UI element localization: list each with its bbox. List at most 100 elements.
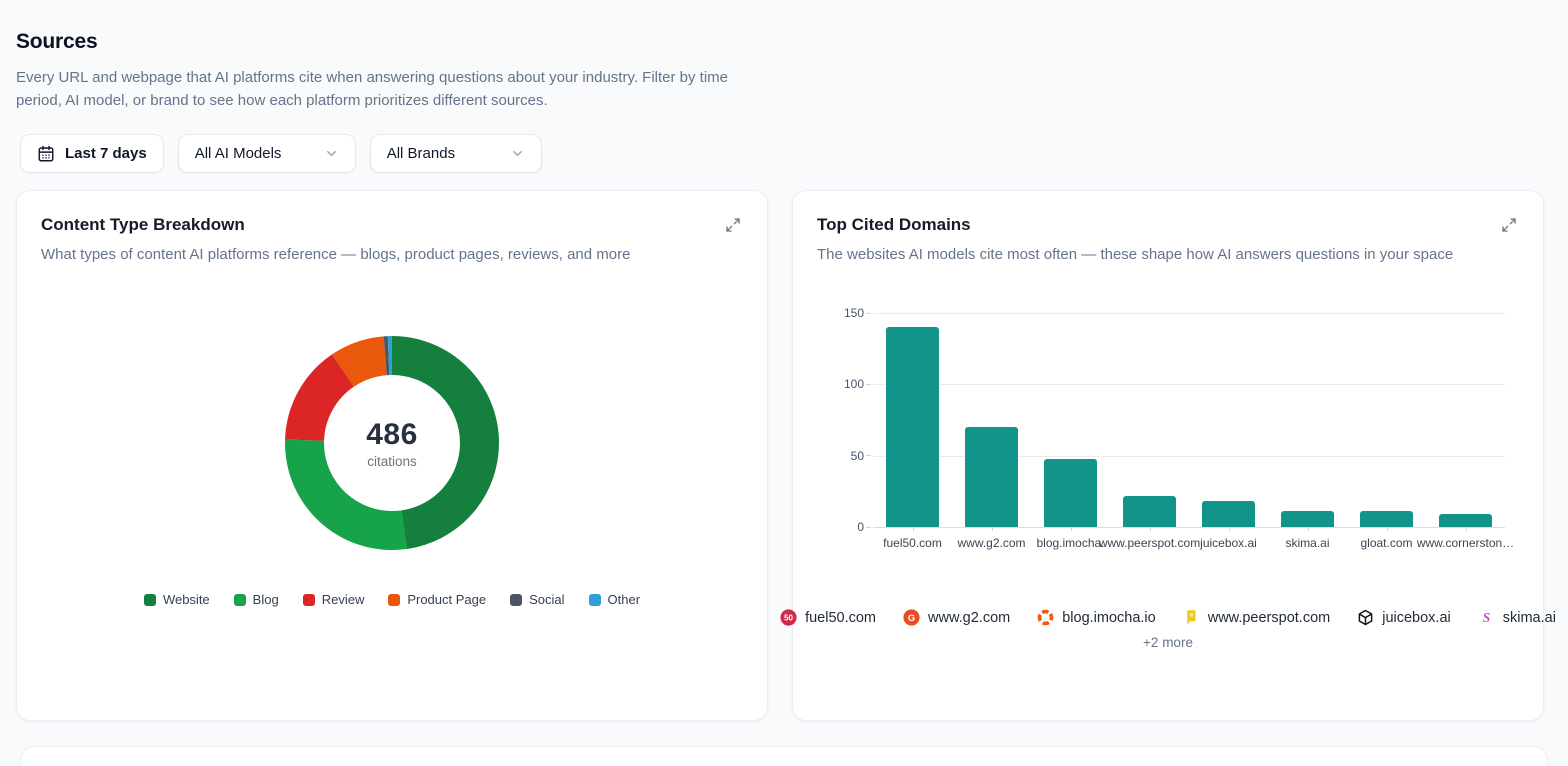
x-axis-tick xyxy=(992,527,993,531)
x-axis-tick xyxy=(1150,527,1151,531)
x-axis-tick xyxy=(913,527,914,531)
card-title: Content Type Breakdown xyxy=(41,215,245,235)
calendar-icon xyxy=(37,145,55,163)
content-type-donut-chart[interactable]: 486 citations xyxy=(285,336,499,550)
bar-www.cornerston-[interactable] xyxy=(1439,514,1492,527)
next-card-top-edge xyxy=(20,746,1548,766)
x-axis-label: www.cornerston… xyxy=(1417,536,1514,550)
legend-item-review[interactable]: Review xyxy=(303,592,365,607)
cards-row: Content Type Breakdown What types of con… xyxy=(16,190,1548,721)
svg-text:G: G xyxy=(908,613,915,623)
svg-text:50: 50 xyxy=(784,614,793,623)
content-type-breakdown-card: Content Type Breakdown What types of con… xyxy=(16,190,768,721)
bar-slots: fuel50.comwww.g2.comblog.imocha.www.peer… xyxy=(873,313,1505,527)
donut-segments[interactable] xyxy=(285,336,499,550)
bar-slot: fuel50.com xyxy=(873,313,952,527)
legend-swatch xyxy=(144,594,156,606)
legend-label: fuel50.com xyxy=(805,610,876,626)
y-axis-tick-50: 50 xyxy=(851,449,871,463)
x-axis-tick xyxy=(1387,527,1388,531)
y-axis-tick-100: 100 xyxy=(844,377,871,391)
bar-blog.imocha.[interactable] xyxy=(1044,459,1097,527)
legend-item-website[interactable]: Website xyxy=(144,592,210,607)
chevron-down-icon xyxy=(510,146,525,161)
bar-www.g2.com[interactable] xyxy=(965,427,1018,527)
legend-item-imocha[interactable]: blog.imocha.io xyxy=(1037,609,1156,626)
content-type-legend: Website Blog Review Product Page Social Other xyxy=(41,592,743,607)
legend-item-skima[interactable]: S skima.ai xyxy=(1478,609,1556,626)
bar-slot: www.cornerston… xyxy=(1426,313,1505,527)
x-axis-tick xyxy=(1071,527,1072,531)
x-axis-label: gloat.com xyxy=(1360,536,1412,550)
x-axis-label: blog.imocha. xyxy=(1036,536,1104,550)
bar-fuel50.com[interactable] xyxy=(886,327,939,527)
bar-gloat.com[interactable] xyxy=(1360,511,1413,527)
x-axis-label: skima.ai xyxy=(1285,536,1329,550)
legend-label: skima.ai xyxy=(1503,610,1556,626)
legend-item-fuel50[interactable]: 50 fuel50.com xyxy=(780,609,876,626)
juicebox-favicon xyxy=(1357,609,1374,626)
y-axis-tick-0: 0 xyxy=(857,520,871,534)
bar-skima.ai[interactable] xyxy=(1281,511,1334,527)
fuel50-favicon: 50 xyxy=(780,609,797,626)
sources-page: Sources Every URL and webpage that AI pl… xyxy=(0,0,1568,721)
bar-juicebox.ai[interactable] xyxy=(1202,501,1255,527)
skima-favicon: S xyxy=(1478,609,1495,626)
x-axis-tick xyxy=(1308,527,1309,531)
x-axis-tick xyxy=(1229,527,1230,531)
legend-item-product-page[interactable]: Product Page xyxy=(388,592,486,607)
bar-slot: gloat.com xyxy=(1347,313,1426,527)
gridline-0 xyxy=(873,527,1505,528)
legend-item-other[interactable]: Other xyxy=(589,592,641,607)
bar-plot-area: 050100150fuel50.comwww.g2.comblog.imocha… xyxy=(873,313,1505,527)
card-header: Top Cited Domains xyxy=(817,215,1519,235)
x-axis-label: juicebox.ai xyxy=(1200,536,1257,550)
expand-icon[interactable] xyxy=(1499,215,1519,235)
x-axis-tick xyxy=(1466,527,1467,531)
brand-value: All Brands xyxy=(387,145,455,162)
ai-model-value: All AI Models xyxy=(195,145,282,162)
legend-swatch xyxy=(388,594,400,606)
svg-text:S: S xyxy=(1482,610,1490,625)
legend-label: Website xyxy=(163,592,210,607)
legend-label: Social xyxy=(529,592,564,607)
g2-favicon: G xyxy=(903,609,920,626)
brand-select[interactable]: All Brands xyxy=(370,134,542,173)
x-axis-label: www.peerspot.com xyxy=(1099,536,1200,550)
expand-icon[interactable] xyxy=(723,215,743,235)
legend-label: Product Page xyxy=(407,592,486,607)
bar-slot: www.g2.com xyxy=(952,313,1031,527)
x-axis-label: www.g2.com xyxy=(957,536,1025,550)
legend-item-juicebox[interactable]: juicebox.ai xyxy=(1357,609,1451,626)
legend-item-blog[interactable]: Blog xyxy=(234,592,279,607)
legend-item-g2[interactable]: G www.g2.com xyxy=(903,609,1010,626)
legend-label: blog.imocha.io xyxy=(1062,610,1156,626)
top-cited-domains-card: Top Cited Domains The websites AI models… xyxy=(792,190,1544,721)
ai-model-select[interactable]: All AI Models xyxy=(178,134,356,173)
legend-swatch xyxy=(589,594,601,606)
legend-item-peerspot[interactable]: www.peerspot.com xyxy=(1183,609,1331,626)
bar-slot: blog.imocha. xyxy=(1031,313,1110,527)
card-header: Content Type Breakdown xyxy=(41,215,743,235)
peerspot-favicon xyxy=(1183,609,1200,626)
chevron-down-icon xyxy=(324,146,339,161)
card-title: Top Cited Domains xyxy=(817,215,971,235)
page-title: Sources xyxy=(16,30,1548,54)
filter-bar: Last 7 days All AI Models All Brands xyxy=(20,134,1548,173)
legend-label: www.peerspot.com xyxy=(1208,610,1331,626)
date-range-label: Last 7 days xyxy=(65,145,147,162)
y-axis-tick-150: 150 xyxy=(844,306,871,320)
legend-swatch xyxy=(303,594,315,606)
card-subtitle: The websites AI models cite most often —… xyxy=(817,244,1477,266)
bar-slot: skima.ai xyxy=(1268,313,1347,527)
bar-www.peerspot.com[interactable] xyxy=(1123,496,1176,527)
legend-swatch xyxy=(510,594,522,606)
x-axis-label: fuel50.com xyxy=(883,536,942,550)
legend-label: Blog xyxy=(253,592,279,607)
bar-slot: www.peerspot.com xyxy=(1110,313,1189,527)
bar-slot: juicebox.ai xyxy=(1189,313,1268,527)
page-description: Every URL and webpage that AI platforms … xyxy=(16,66,761,112)
date-range-button[interactable]: Last 7 days xyxy=(20,134,164,173)
more-domains-label: +2 more xyxy=(817,635,1519,650)
legend-item-social[interactable]: Social xyxy=(510,592,564,607)
